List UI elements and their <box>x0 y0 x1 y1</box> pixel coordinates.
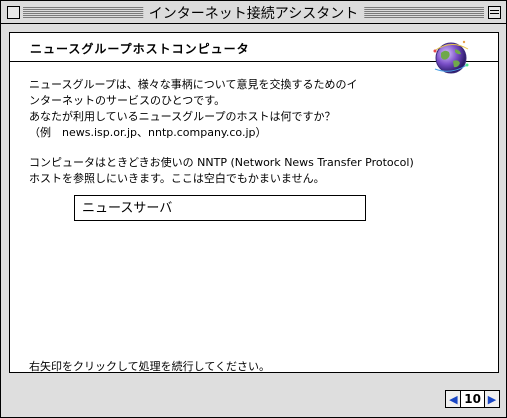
close-box-icon[interactable] <box>7 6 20 19</box>
description-line: コンピュータはときどきお使いの NNTP (Network News Trans… <box>29 156 414 169</box>
page-number: 10 <box>461 390 484 408</box>
section-title: ニュースグループホストコンピュータ <box>30 42 250 56</box>
description: ニュースグループは、様々な事柄について意見を交換するためのイ ンターネットのサー… <box>29 77 479 187</box>
continue-instruction: 右矢印をクリックして処理を続行してください。 <box>29 360 271 373</box>
description-line: ホストを参照しにいきます。ここは空白でもかまいません。 <box>29 172 325 185</box>
left-arrow-icon[interactable]: ◀ <box>445 390 462 408</box>
title-bar[interactable]: インターネット接続アシスタント <box>1 1 506 24</box>
section-header: ニュースグループホストコンピュータ <box>10 33 498 62</box>
description-line: あなたが利用しているニュースグループのホストは何ですか？ <box>29 110 336 123</box>
assistant-window: インターネット接続アシスタント ニュースグループホストコンピュータ ニュースグル… <box>0 0 507 418</box>
page-navigation: ◀ 10 ▶ <box>445 390 500 408</box>
collapse-box-icon[interactable] <box>488 6 501 19</box>
window-title: インターネット接続アシスタント <box>142 3 365 23</box>
right-arrow-icon[interactable]: ▶ <box>484 390 500 408</box>
globe-icon <box>433 40 469 74</box>
content-panel: ニュースグループホストコンピュータ ニュースグループは、様々な事柄について意見を… <box>9 32 499 373</box>
description-line: ニュースグループは、様々な事柄について意見を交換するためのイ <box>29 78 358 91</box>
news-server-field[interactable]: ニュースサーバ <box>74 195 366 221</box>
description-line: （例 news.isp.or.jp、nntp.company.co.jp） <box>29 126 267 139</box>
description-line: ンターネットのサービスのひとつです。 <box>29 94 226 107</box>
